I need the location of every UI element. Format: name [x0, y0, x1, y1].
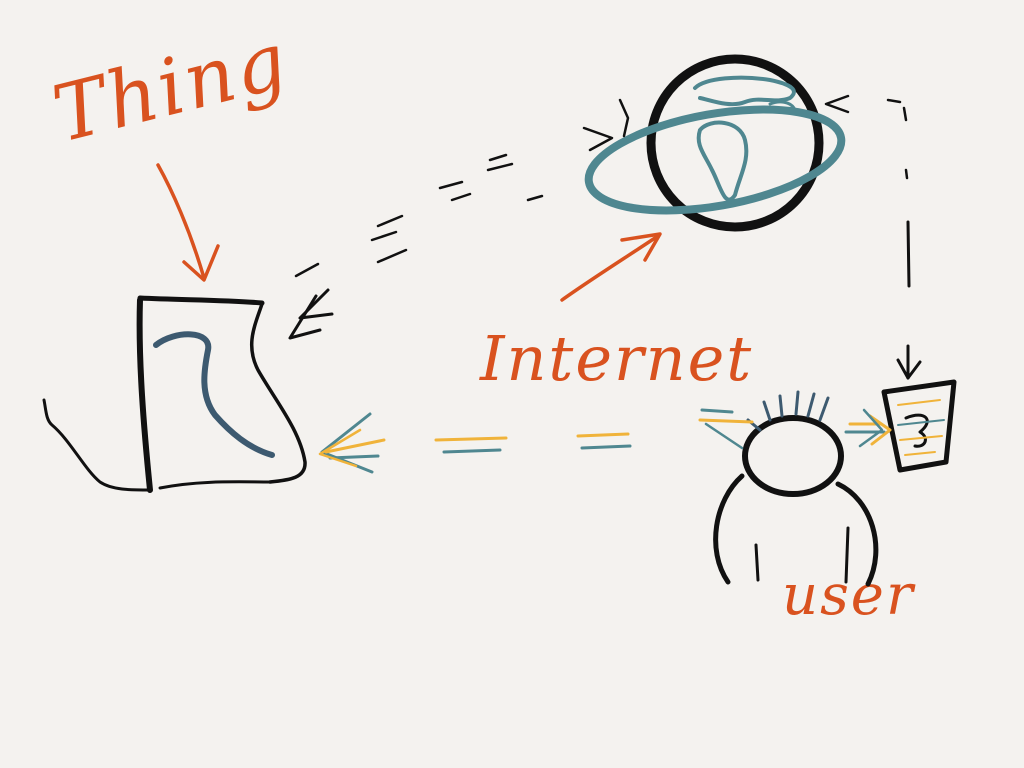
thing-pointer-arrow: [156, 163, 220, 282]
thing-label: Thing: [45, 16, 297, 161]
small-device-icon: [881, 379, 957, 473]
connection-internet-thing: [288, 153, 544, 340]
user-label: user: [782, 563, 916, 628]
connection-user-user-device: [844, 408, 892, 448]
globe-icon: [582, 54, 850, 232]
internet-label: Internet: [479, 322, 753, 395]
diagram-canvas: Thing Internet user: [42, 16, 957, 628]
internet-pointer-arrow: [560, 232, 662, 302]
connection-user-thing: [318, 408, 754, 474]
connection-internet-user-device: [886, 98, 922, 380]
device-icon: [42, 295, 307, 493]
